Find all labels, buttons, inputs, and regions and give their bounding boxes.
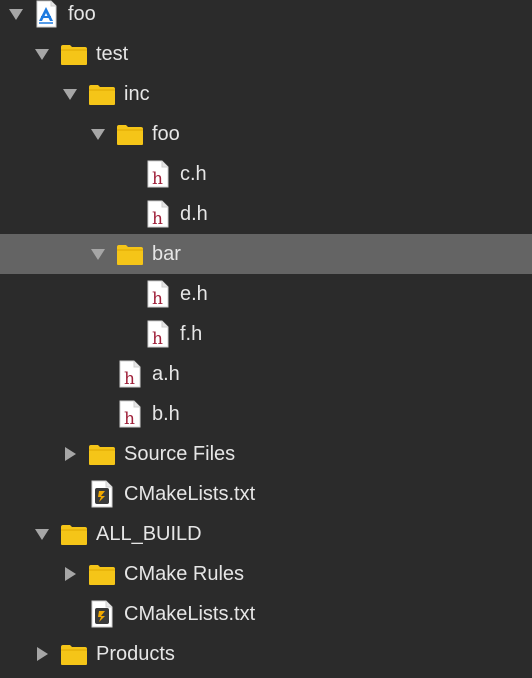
folder-icon xyxy=(116,120,144,148)
disclosure-expanded-icon[interactable] xyxy=(6,4,26,24)
tree-row-folder-all-build[interactable]: ALL_BUILD xyxy=(0,514,532,554)
svg-text:h: h xyxy=(152,209,163,228)
tree-row-label: c.h xyxy=(180,163,207,185)
cmake-file-icon xyxy=(88,600,116,628)
tree-row-label: Source Files xyxy=(124,443,236,465)
tree-row-label: f.h xyxy=(180,323,203,345)
header-file-icon: h xyxy=(116,400,144,428)
tree-row-label: foo xyxy=(68,3,96,25)
disclosure-expanded-icon[interactable] xyxy=(32,44,52,64)
folder-icon xyxy=(88,440,116,468)
disclosure-expanded-icon[interactable] xyxy=(88,124,108,144)
tree-row-folder-products[interactable]: Products xyxy=(0,634,532,674)
tree-row-file-a-h[interactable]: h a.h xyxy=(0,354,532,394)
tree-row-folder-inc[interactable]: inc xyxy=(0,74,532,114)
tree-row-label: CMakeLists.txt xyxy=(124,603,256,625)
disclosure-expanded-icon[interactable] xyxy=(32,524,52,544)
tree-row-label: CMake Rules xyxy=(124,563,245,585)
tree-row-label: e.h xyxy=(180,283,208,305)
tree-row-folder-foo[interactable]: foo xyxy=(0,114,532,154)
tree-row-file-cmakelists-test[interactable]: CMakeLists.txt xyxy=(0,474,532,514)
tree-row-file-e-h[interactable]: h e.h xyxy=(0,274,532,314)
tree-row-folder-source-files[interactable]: Source Files xyxy=(0,434,532,474)
tree-row-label: test xyxy=(96,43,129,65)
svg-text:h: h xyxy=(152,289,163,308)
tree-row-label: d.h xyxy=(180,203,208,225)
tree-row-label: bar xyxy=(152,243,181,265)
svg-text:h: h xyxy=(152,329,163,348)
folder-icon xyxy=(60,640,88,668)
project-navigator: foo test inc foo h c.h h d.h bar h e.h h… xyxy=(0,0,532,678)
disclosure-collapsed-icon[interactable] xyxy=(60,564,80,584)
tree-row-label: b.h xyxy=(152,403,180,425)
disclosure-expanded-icon[interactable] xyxy=(88,244,108,264)
folder-icon xyxy=(60,40,88,68)
tree-row-file-f-h[interactable]: h f.h xyxy=(0,314,532,354)
tree-row-file-c-h[interactable]: h c.h xyxy=(0,154,532,194)
xcode-project-icon xyxy=(32,0,60,28)
tree-row-folder-test[interactable]: test xyxy=(0,34,532,74)
header-file-icon: h xyxy=(144,280,172,308)
folder-icon xyxy=(88,80,116,108)
tree-row-folder-bar[interactable]: bar xyxy=(0,234,532,274)
svg-text:h: h xyxy=(152,169,163,188)
svg-text:h: h xyxy=(124,409,135,428)
disclosure-expanded-icon[interactable] xyxy=(60,84,80,104)
tree-row-file-b-h[interactable]: h b.h xyxy=(0,394,532,434)
header-file-icon: h xyxy=(144,200,172,228)
header-file-icon: h xyxy=(144,160,172,188)
folder-icon xyxy=(116,240,144,268)
tree-row-folder-cmake-rules[interactable]: CMake Rules xyxy=(0,554,532,594)
svg-text:h: h xyxy=(124,369,135,388)
tree-row-file-d-h[interactable]: h d.h xyxy=(0,194,532,234)
tree-row-label: inc xyxy=(124,83,150,105)
tree-row-label: foo xyxy=(152,123,180,145)
disclosure-collapsed-icon[interactable] xyxy=(32,644,52,664)
tree-row-project-foo[interactable]: foo xyxy=(0,0,532,34)
tree-row-file-cmakelists-all-build[interactable]: CMakeLists.txt xyxy=(0,594,532,634)
tree-row-label: a.h xyxy=(152,363,180,385)
tree-row-label: CMakeLists.txt xyxy=(124,483,256,505)
disclosure-collapsed-icon[interactable] xyxy=(60,444,80,464)
folder-icon xyxy=(60,520,88,548)
cmake-file-icon xyxy=(88,480,116,508)
tree-row-label: ALL_BUILD xyxy=(96,523,202,545)
tree-row-label: Products xyxy=(96,643,175,665)
header-file-icon: h xyxy=(144,320,172,348)
header-file-icon: h xyxy=(116,360,144,388)
folder-icon xyxy=(88,560,116,588)
